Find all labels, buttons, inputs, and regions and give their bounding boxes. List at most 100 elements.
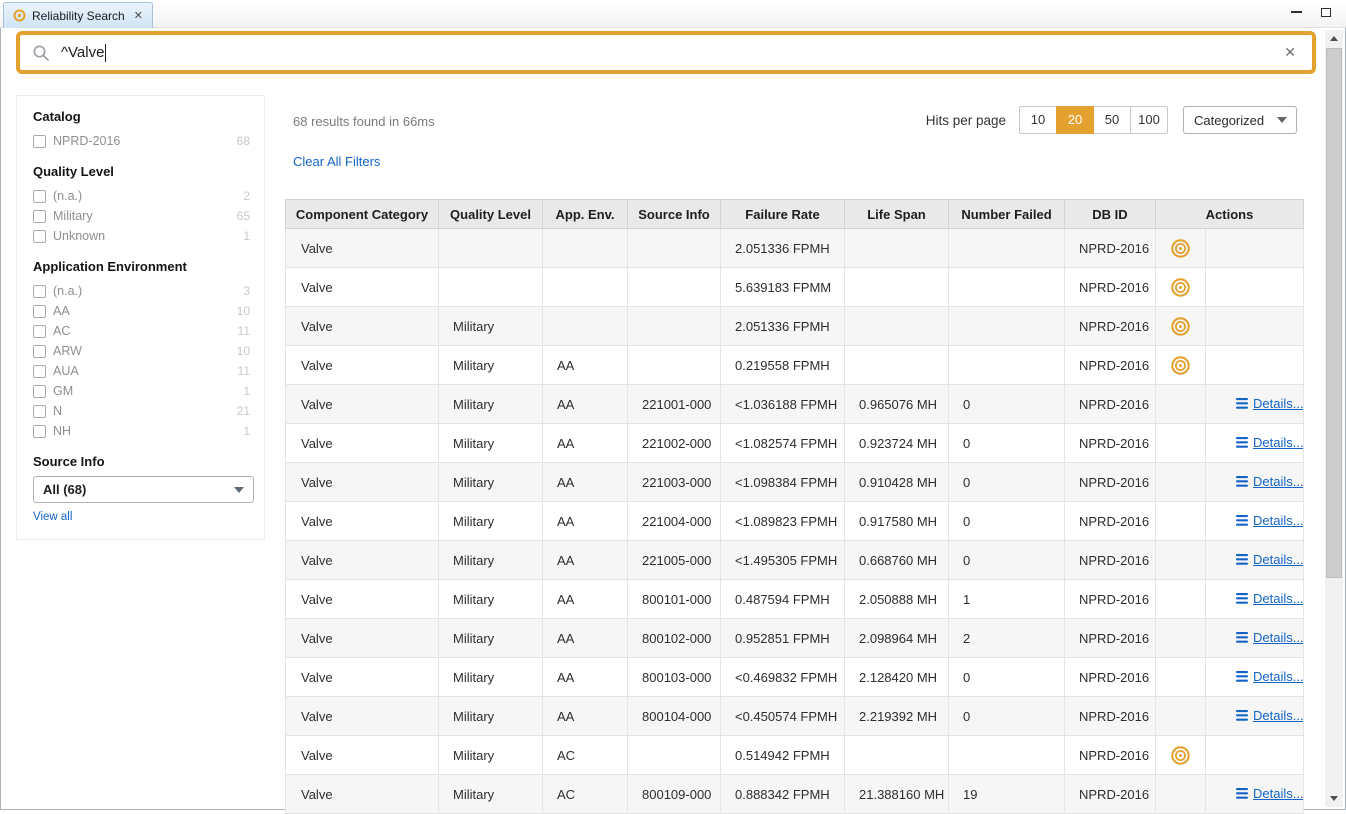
details-link[interactable]: Details... (1236, 474, 1304, 489)
cell: Military (439, 307, 543, 346)
checkbox[interactable] (33, 230, 46, 243)
column-header-failure-rate: Failure Rate (721, 200, 845, 229)
checkbox[interactable] (33, 385, 46, 398)
action-icon-cell[interactable] (1156, 268, 1206, 307)
cell: Valve (286, 229, 439, 268)
cell: NPRD-2016 (1065, 736, 1156, 775)
details-link[interactable]: Details... (1236, 435, 1304, 450)
details-link[interactable]: Details... (1236, 708, 1304, 723)
checkbox[interactable] (33, 425, 46, 438)
filter-item-label: NPRD-2016 (53, 134, 120, 148)
scroll-up-button[interactable] (1325, 30, 1343, 47)
page-size-button-50[interactable]: 50 (1093, 106, 1131, 134)
action-icon-cell[interactable] (1156, 736, 1206, 775)
action-icon-cell[interactable] (1156, 346, 1206, 385)
minimize-button[interactable] (1286, 3, 1306, 21)
filter-item-military[interactable]: Military65 (33, 206, 252, 226)
filter-item-ac[interactable]: AC11 (33, 321, 252, 341)
vertical-scrollbar[interactable] (1325, 30, 1343, 807)
source-info-dropdown[interactable]: All (68) (33, 476, 254, 503)
action-icon-cell[interactable] (1156, 229, 1206, 268)
cell: 221003-000 (628, 463, 721, 502)
view-all-link[interactable]: View all (33, 511, 252, 523)
cell: NPRD-2016 (1065, 463, 1156, 502)
cell: 0.923724 MH (845, 424, 949, 463)
cell: 800109-000 (628, 775, 721, 814)
cell: AA (543, 424, 628, 463)
details-label: Details... (1253, 708, 1304, 723)
action-icon-cell[interactable] (1156, 307, 1206, 346)
details-link[interactable]: Details... (1236, 552, 1304, 567)
target-icon[interactable] (1170, 745, 1191, 766)
checkbox[interactable] (33, 365, 46, 378)
page-size-button-100[interactable]: 100 (1130, 106, 1168, 134)
filter-item-count: 10 (237, 304, 252, 318)
details-link[interactable]: Details... (1236, 396, 1304, 411)
details-link[interactable]: Details... (1236, 786, 1304, 801)
target-icon[interactable] (1170, 238, 1191, 259)
filter-item-aa[interactable]: AA10 (33, 301, 252, 321)
checkbox[interactable] (33, 135, 46, 148)
cell: NPRD-2016 (1065, 658, 1156, 697)
checkbox[interactable] (33, 345, 46, 358)
maximize-button[interactable] (1316, 3, 1336, 21)
target-icon[interactable] (1170, 316, 1191, 337)
cell: 0.917580 MH (845, 502, 949, 541)
tab-close-icon[interactable]: ✕ (134, 9, 143, 22)
filter-item-label: Military (53, 209, 93, 223)
cell: AA (543, 346, 628, 385)
table-body: Valve2.051336 FPMHNPRD-2016Valve5.639183… (286, 229, 1304, 814)
scrollbar-thumb[interactable] (1326, 48, 1342, 578)
clear-search-icon[interactable]: ✕ (1284, 44, 1296, 61)
table-row: ValveMilitaryAC800109-0000.888342 FPMH21… (286, 775, 1304, 814)
filter-section-title: Application Environment (33, 259, 252, 274)
scroll-down-icon (1330, 796, 1338, 801)
details-link[interactable]: Details... (1236, 669, 1304, 684)
filter-sections: CatalogNPRD-201668Quality Level(n.a.)2Mi… (33, 109, 252, 441)
clear-all-filters-link[interactable]: Clear All Filters (293, 154, 380, 169)
details-link[interactable]: Details... (1236, 513, 1304, 528)
checkbox[interactable] (33, 210, 46, 223)
target-icon[interactable] (1170, 355, 1191, 376)
column-header-number-failed: Number Failed (949, 200, 1065, 229)
cell: 0 (949, 463, 1065, 502)
filter-item-unknown[interactable]: Unknown1 (33, 226, 252, 246)
target-icon[interactable] (1170, 277, 1191, 298)
filter-item-na[interactable]: (n.a.)2 (33, 186, 252, 206)
cell: 800104-000 (628, 697, 721, 736)
cell: NPRD-2016 (1065, 268, 1156, 307)
checkbox[interactable] (33, 305, 46, 318)
details-link[interactable]: Details... (1236, 591, 1304, 606)
cell: Valve (286, 268, 439, 307)
scroll-down-button[interactable] (1325, 790, 1343, 807)
cell: NPRD-2016 (1065, 424, 1156, 463)
filter-item-arw[interactable]: ARW10 (33, 341, 252, 361)
details-label: Details... (1253, 630, 1304, 645)
cell: 0 (949, 424, 1065, 463)
checkbox[interactable] (33, 285, 46, 298)
details-label: Details... (1253, 474, 1304, 489)
filter-item-nprd2016[interactable]: NPRD-201668 (33, 131, 252, 151)
column-header-app-env-: App. Env. (543, 200, 628, 229)
checkbox[interactable] (33, 405, 46, 418)
cell (439, 268, 543, 307)
search-bar[interactable]: ^Valve ✕ (16, 31, 1316, 74)
tab-reliability-search[interactable]: Reliability Search ✕ (3, 2, 153, 28)
view-mode-dropdown[interactable]: Categorized (1183, 106, 1297, 134)
filter-item-aua[interactable]: AUA11 (33, 361, 252, 381)
page-size-button-10[interactable]: 10 (1019, 106, 1057, 134)
filter-item-nh[interactable]: NH1 (33, 421, 252, 441)
checkbox[interactable] (33, 190, 46, 203)
page-size-button-20[interactable]: 20 (1056, 106, 1094, 134)
search-input[interactable]: ^Valve (61, 44, 104, 61)
filter-item-gm[interactable]: GM1 (33, 381, 252, 401)
filter-item-n[interactable]: N21 (33, 401, 252, 421)
cell (543, 307, 628, 346)
details-link[interactable]: Details... (1236, 630, 1304, 645)
cell: AA (543, 697, 628, 736)
checkbox[interactable] (33, 325, 46, 338)
filter-item-na[interactable]: (n.a.)3 (33, 281, 252, 301)
cell: Military (439, 736, 543, 775)
cell: 800102-000 (628, 619, 721, 658)
filter-item-count: 1 (243, 229, 252, 243)
